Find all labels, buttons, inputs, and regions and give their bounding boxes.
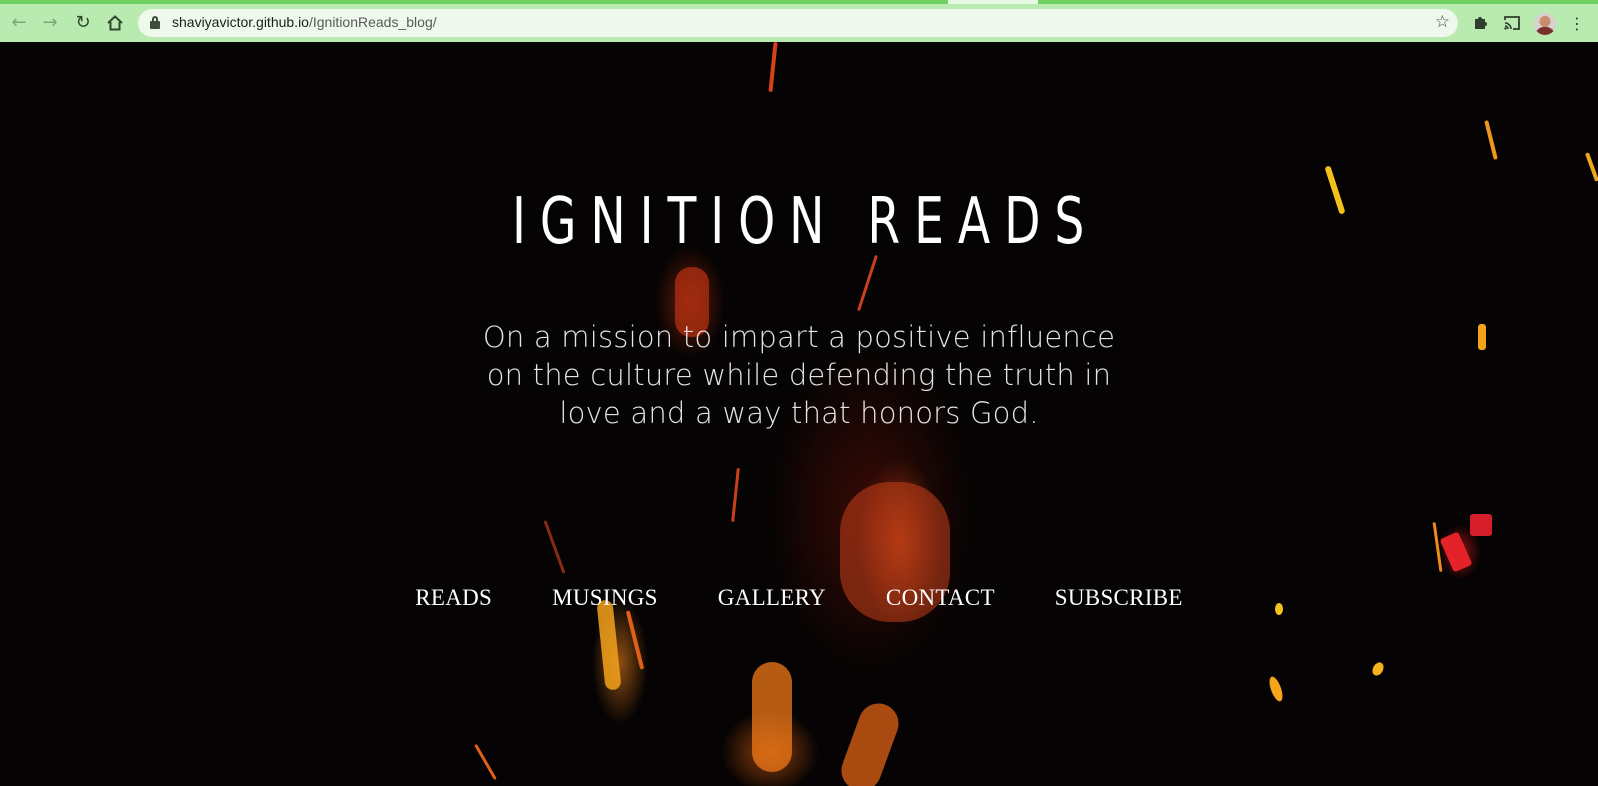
puzzle-icon (1475, 17, 1487, 29)
star-icon[interactable]: ☆ (1435, 12, 1450, 32)
url-path: /IgnitionReads_blog/ (308, 14, 437, 30)
reload-icon: ↻ (75, 12, 91, 33)
ember (768, 42, 778, 93)
ember (625, 610, 645, 670)
cast-button[interactable] (1501, 12, 1523, 34)
url-text[interactable]: shaviyavictor.github.io/IgnitionReads_bl… (172, 14, 437, 30)
ember (1266, 675, 1286, 703)
ember (857, 254, 878, 312)
back-button[interactable]: ← (6, 10, 32, 36)
nav-link-contact[interactable]: CONTACT (886, 585, 995, 611)
ember (1439, 531, 1473, 573)
arrow-left-icon: ← (11, 12, 27, 33)
ember (1370, 660, 1386, 678)
site-title: IGNITION READS (511, 185, 1099, 259)
kebab-menu-icon: ⋮ (1569, 13, 1585, 33)
home-button[interactable] (102, 10, 128, 36)
ember (835, 697, 905, 786)
ember (474, 743, 497, 781)
ember (752, 662, 792, 772)
ember (1484, 120, 1498, 160)
browser-menu-button[interactable]: ⋮ (1566, 12, 1588, 34)
cast-icon (1504, 16, 1520, 30)
reload-button[interactable]: ↻ (70, 10, 96, 36)
ember (1470, 514, 1492, 536)
hero-section: IGNITION READS On a mission to impart a … (0, 42, 1598, 786)
home-icon (107, 15, 123, 31)
ember (596, 599, 622, 691)
arrow-right-icon: → (42, 12, 58, 33)
ember (1584, 152, 1598, 182)
nav-link-reads[interactable]: READS (415, 585, 492, 611)
main-nav: READS MUSINGS GALLERY CONTACT SUBSCRIBE (0, 585, 1598, 611)
ember (1432, 522, 1443, 572)
tab-strip-gap (948, 0, 1038, 4)
ember (1478, 324, 1486, 350)
nav-link-subscribe[interactable]: SUBSCRIBE (1055, 585, 1183, 611)
nav-link-musings[interactable]: MUSINGS (552, 585, 658, 611)
forward-button[interactable]: → (37, 10, 63, 36)
profile-avatar[interactable] (1534, 13, 1556, 35)
url-host: shaviyavictor.github.io (172, 14, 309, 30)
site-tagline: On a mission to impart a positive influe… (482, 320, 1116, 430)
nav-link-gallery[interactable]: GALLERY (718, 585, 826, 611)
lock-icon[interactable] (150, 16, 160, 29)
browser-toolbar: ← → ↻ shaviyavictor.github.io/IgnitionRe… (0, 0, 1598, 42)
extensions-button[interactable] (1469, 12, 1491, 34)
ember (731, 467, 740, 523)
address-bar[interactable]: shaviyavictor.github.io/IgnitionReads_bl… (138, 9, 1458, 37)
ember (543, 520, 566, 574)
